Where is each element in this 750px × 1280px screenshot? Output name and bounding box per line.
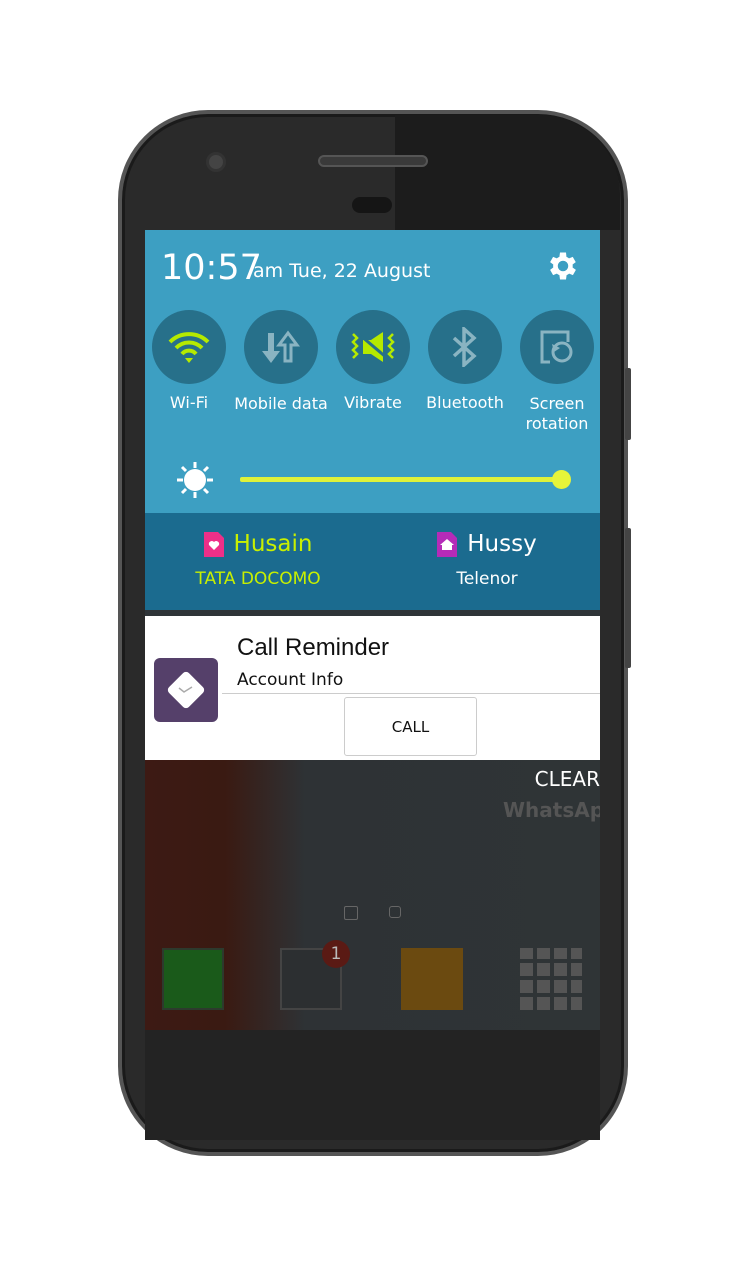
toggle-wifi[interactable]: Wi-Fi	[152, 310, 226, 413]
divider	[222, 693, 600, 694]
sim-heart-icon	[203, 531, 224, 557]
gear-icon[interactable]	[545, 248, 581, 284]
notification-call-reminder[interactable]: Call Reminder Account Info CALL	[145, 616, 600, 760]
phone-chin	[145, 1030, 600, 1140]
call-reminder-app-icon	[154, 658, 218, 722]
mobile-data-icon	[262, 330, 300, 363]
notification-subtitle: Account Info	[237, 670, 344, 690]
front-camera	[206, 152, 226, 172]
proximity-sensor	[352, 197, 392, 213]
clear-button[interactable]: CLEAR	[535, 767, 600, 791]
page-indicator	[389, 906, 401, 918]
apps-grid-icon[interactable]	[520, 948, 582, 1010]
sim-1[interactable]: Husain TATA DOCOMO	[158, 531, 358, 589]
whatsapp-label[interactable]: WhatsApp	[503, 798, 600, 822]
toggle-screen-rotation[interactable]: Screen rotation	[520, 310, 594, 434]
wifi-icon	[168, 332, 210, 363]
call-button[interactable]: CALL	[344, 697, 477, 756]
brightness-slider[interactable]	[240, 477, 563, 482]
sim-bar: Husain TATA DOCOMO Hussy Telenor	[145, 513, 600, 610]
earpiece-speaker	[318, 155, 428, 167]
phone-glare	[395, 115, 620, 230]
brightness-icon	[177, 462, 213, 498]
quick-panel: 10:57 am Tue, 22 August Wi-Fi Mobile dat…	[145, 230, 600, 513]
date: am Tue, 22 August	[253, 260, 431, 282]
vibrate-icon	[351, 332, 395, 362]
toggle-mobile-data[interactable]: Mobile data	[234, 310, 328, 414]
notification-title: Call Reminder	[237, 634, 390, 661]
toggle-bluetooth[interactable]: Bluetooth	[426, 310, 504, 413]
sim-2[interactable]: Hussy Telenor	[387, 531, 587, 589]
power-button	[625, 528, 631, 668]
messages-app-icon[interactable]: 1	[280, 940, 350, 1010]
bluetooth-icon	[452, 327, 477, 367]
home-page-indicator	[344, 906, 358, 920]
brightness-slider-handle[interactable]	[552, 470, 571, 489]
sim-home-icon	[437, 531, 458, 557]
phone-app-icon[interactable]	[162, 948, 224, 1010]
screen-rotation-icon	[540, 330, 573, 364]
clock: 10:57	[161, 248, 262, 288]
message-badge: 1	[322, 940, 350, 968]
screen: 10:57 am Tue, 22 August Wi-Fi Mobile dat…	[145, 230, 600, 1030]
volume-button	[625, 368, 631, 440]
contacts-app-icon[interactable]	[401, 948, 463, 1010]
toggle-vibrate[interactable]: Vibrate	[336, 310, 410, 413]
